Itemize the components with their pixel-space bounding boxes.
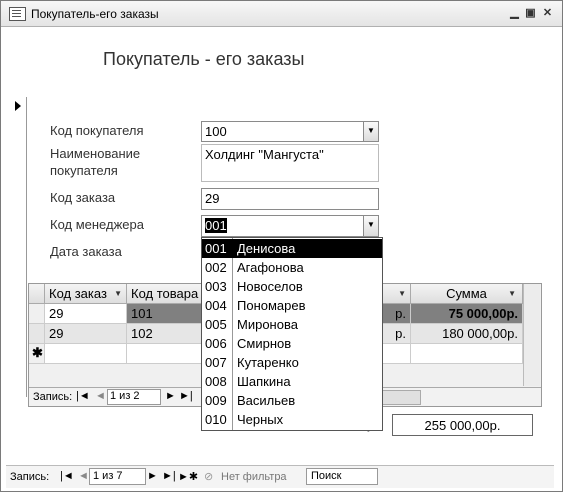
record-selector[interactable] bbox=[10, 97, 27, 397]
column-header-product[interactable]: Код товара bbox=[127, 284, 203, 304]
last-record-icon[interactable]: ►| bbox=[162, 470, 176, 482]
chevron-down-icon[interactable]: ▼ bbox=[508, 289, 516, 298]
column-header-sum-label: Сумма bbox=[446, 286, 487, 301]
dropdown-option[interactable]: 006 Смирнов bbox=[202, 334, 382, 353]
dropdown-option-selected[interactable]: 001 Денисова bbox=[202, 239, 382, 258]
option-name: Новоселов bbox=[237, 279, 303, 294]
customer-name-field[interactable]: Холдинг "Мангуста" bbox=[201, 144, 379, 182]
column-header-product-label: Код товара bbox=[131, 286, 199, 301]
table-cell-sum[interactable]: 75 000,00р. bbox=[411, 304, 523, 324]
customer-name-label-line2: покупателя bbox=[50, 163, 118, 178]
horizontal-scrollbar[interactable] bbox=[379, 390, 421, 405]
manager-code-value: 001 bbox=[205, 218, 227, 233]
manager-code-label: Код менеджера bbox=[50, 217, 144, 232]
close-icon[interactable]: ✕ bbox=[541, 7, 554, 19]
next-record-icon[interactable]: ► bbox=[147, 470, 158, 482]
option-name: Кутаренко bbox=[237, 355, 299, 370]
table-cell-sum[interactable]: 180 000,00р. bbox=[411, 324, 523, 344]
dropdown-option[interactable]: 009 Васильев bbox=[202, 391, 382, 410]
option-code: 008 bbox=[205, 374, 227, 389]
column-header-order-label: Код заказ bbox=[49, 286, 107, 301]
option-name: Денисова bbox=[237, 241, 296, 256]
dropdown-option[interactable]: 008 Шапкина bbox=[202, 372, 382, 391]
subform-nav-label: Запись: bbox=[33, 391, 73, 403]
dropdown-option[interactable]: 007 Кутаренко bbox=[202, 353, 382, 372]
new-record-icon[interactable]: ✱ bbox=[29, 344, 45, 364]
column-header-order[interactable]: Код заказ ▼ bbox=[45, 284, 127, 304]
table-cell-order[interactable]: 29 bbox=[45, 324, 127, 344]
select-all-corner[interactable] bbox=[29, 284, 45, 304]
option-code: 007 bbox=[205, 355, 227, 370]
option-code: 010 bbox=[205, 412, 227, 427]
option-code: 009 bbox=[205, 393, 227, 408]
table-cell-product[interactable]: 101 bbox=[127, 304, 203, 324]
customer-code-label: Код покупателя bbox=[50, 123, 144, 138]
dropdown-option[interactable]: 010 Черных bbox=[202, 410, 382, 429]
dropdown-option[interactable]: 002 Агафонова bbox=[202, 258, 382, 277]
record-number-field[interactable]: 1 из 7 bbox=[89, 468, 146, 485]
subform-record-number[interactable]: 1 из 2 bbox=[107, 389, 161, 405]
search-input[interactable]: Поиск bbox=[306, 468, 378, 485]
customer-name-value: Холдинг "Мангуста" bbox=[205, 147, 324, 162]
customer-name-label-line1: Наименование bbox=[50, 146, 141, 161]
new-row-cell[interactable] bbox=[127, 344, 203, 364]
minimize-icon[interactable]: ▁ bbox=[508, 7, 521, 19]
current-record-icon bbox=[15, 101, 21, 111]
filter-status[interactable]: Нет фильтра bbox=[221, 471, 287, 483]
window-title: Покупатель-его заказы bbox=[31, 7, 159, 21]
option-name: Васильев bbox=[237, 393, 296, 408]
chevron-down-icon[interactable]: ▼ bbox=[114, 289, 122, 298]
first-record-icon[interactable]: |◄ bbox=[60, 470, 74, 482]
order-code-value: 29 bbox=[205, 191, 220, 206]
option-name: Агафонова bbox=[237, 260, 304, 275]
first-record-icon[interactable]: |◄ bbox=[76, 390, 90, 402]
new-record-icon[interactable]: ►✱ bbox=[178, 470, 198, 483]
customer-code-combo[interactable]: 100 ▼ bbox=[201, 121, 379, 142]
new-row-cell[interactable] bbox=[45, 344, 127, 364]
manager-code-combo[interactable]: 001 ▼ bbox=[201, 215, 379, 237]
filter-icon[interactable]: ⊘ bbox=[204, 470, 213, 483]
customer-code-value: 100 bbox=[205, 124, 227, 139]
total-field[interactable]: 255 000,00р. bbox=[392, 414, 533, 436]
row-selector[interactable] bbox=[29, 324, 45, 344]
table-cell-product[interactable]: 102 bbox=[127, 324, 203, 344]
dropdown-option[interactable]: 004 Пономарев bbox=[202, 296, 382, 315]
restore-icon[interactable]: ▣ bbox=[524, 7, 537, 19]
vertical-scrollbar[interactable] bbox=[523, 284, 540, 386]
option-name: Пономарев bbox=[237, 298, 306, 313]
dropdown-option[interactable]: 005 Миронова bbox=[202, 315, 382, 334]
new-row-cell[interactable] bbox=[411, 344, 523, 364]
title-bar: Покупатель-его заказы ▁ ▣ ✕ bbox=[1, 1, 562, 27]
column-header-sum[interactable]: Сумма ▼ bbox=[411, 284, 523, 304]
previous-record-icon[interactable]: ◄ bbox=[78, 470, 89, 482]
manager-dropdown-list[interactable]: 001 Денисова 002 Агафонова 003 Новоселов… bbox=[201, 237, 383, 431]
option-code: 006 bbox=[205, 336, 227, 351]
chevron-down-icon[interactable]: ▼ bbox=[363, 122, 378, 141]
previous-record-icon[interactable]: ◄ bbox=[95, 390, 106, 402]
last-record-icon[interactable]: ►| bbox=[179, 390, 193, 402]
table-cell-order[interactable]: 29 bbox=[45, 304, 127, 324]
option-name: Черных bbox=[237, 412, 284, 427]
page-title: Покупатель - его заказы bbox=[103, 49, 305, 69]
option-code: 003 bbox=[205, 279, 227, 294]
dropdown-option[interactable]: 003 Новоселов bbox=[202, 277, 382, 296]
next-record-icon[interactable]: ► bbox=[165, 390, 176, 402]
option-code: 002 bbox=[205, 260, 227, 275]
nav-label: Запись: bbox=[10, 471, 50, 483]
order-code-label: Код заказа bbox=[50, 190, 116, 205]
order-code-field[interactable]: 29 bbox=[201, 188, 379, 210]
option-code: 005 bbox=[205, 317, 227, 332]
order-date-label: Дата заказа bbox=[50, 244, 122, 259]
chevron-down-icon[interactable]: ▼ bbox=[363, 216, 378, 236]
row-selector[interactable] bbox=[29, 304, 45, 324]
option-code: 001 bbox=[205, 241, 227, 256]
chevron-down-icon[interactable]: ▼ bbox=[398, 289, 406, 298]
option-name: Миронова bbox=[237, 317, 298, 332]
record-navigator: Запись: |◄ ◄ 1 из 7 ► ►| ►✱ ⊘ Нет фильтр… bbox=[6, 465, 554, 488]
option-code: 004 bbox=[205, 298, 227, 313]
form-window: Покупатель-его заказы ▁ ▣ ✕ Покупатель -… bbox=[0, 0, 563, 492]
form-icon bbox=[9, 7, 26, 21]
option-name: Смирнов bbox=[237, 336, 292, 351]
option-name: Шапкина bbox=[237, 374, 291, 389]
